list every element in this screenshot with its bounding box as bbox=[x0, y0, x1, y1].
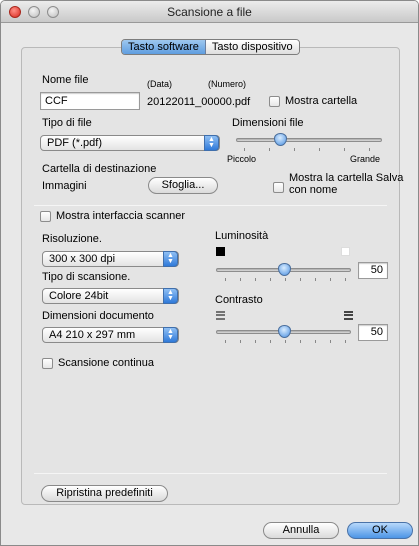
tick bbox=[240, 340, 241, 343]
contrast-thumb[interactable] bbox=[277, 325, 291, 338]
file-type-label: Tipo di file bbox=[42, 117, 92, 129]
window-title: Scansione a file bbox=[167, 5, 252, 19]
scan-type-label: Tipo di scansione. bbox=[42, 271, 131, 283]
file-name-input[interactable]: CCF bbox=[40, 92, 140, 110]
popup-arrows-icon: ▲ ▼ bbox=[163, 288, 178, 304]
tab-bar: Tasto software Tasto dispositivo bbox=[121, 39, 300, 55]
high-contrast-icon bbox=[344, 311, 353, 320]
show-save-as-line2: con nome bbox=[289, 184, 338, 196]
file-type-select[interactable]: PDF (*.pdf) ▲ ▼ bbox=[40, 135, 220, 151]
resolution-value: 300 x 300 dpi bbox=[49, 253, 116, 265]
resolution-label: Risoluzione. bbox=[42, 233, 102, 245]
popup-arrows-icon: ▲ ▼ bbox=[163, 327, 178, 343]
scan-type-value: Colore 24bit bbox=[49, 290, 109, 302]
tick bbox=[285, 278, 286, 281]
ok-button[interactable]: OK bbox=[347, 522, 413, 539]
tick bbox=[285, 340, 286, 343]
tab-software-button[interactable]: Tasto software bbox=[122, 40, 206, 54]
low-contrast-icon bbox=[216, 311, 225, 320]
tick bbox=[315, 340, 316, 343]
title-bar: Scansione a file bbox=[1, 1, 418, 23]
browse-button[interactable]: Sfoglia... bbox=[148, 177, 218, 194]
tick bbox=[269, 148, 270, 151]
number-column-label: (Numero) bbox=[208, 79, 247, 89]
show-folder-checkbox[interactable] bbox=[269, 96, 280, 107]
tick bbox=[319, 148, 320, 151]
document-size-value: A4 210 x 297 mm bbox=[49, 329, 136, 341]
popup-arrows-icon: ▲ ▼ bbox=[204, 135, 219, 151]
document-size-select[interactable]: A4 210 x 297 mm ▲ ▼ bbox=[42, 327, 179, 343]
popup-arrows-icon: ▲ ▼ bbox=[163, 251, 178, 267]
file-name-label: Nome file bbox=[42, 74, 89, 86]
tick bbox=[240, 278, 241, 281]
generated-filename: 20122011_00000.pdf bbox=[147, 96, 251, 108]
tick bbox=[294, 148, 295, 151]
tick bbox=[300, 278, 301, 281]
tick bbox=[270, 340, 271, 343]
tick bbox=[270, 278, 271, 281]
continuous-scan-checkbox[interactable] bbox=[42, 358, 53, 369]
date-column-label: (Data) bbox=[147, 79, 173, 89]
tab-device-button[interactable]: Tasto dispositivo bbox=[205, 40, 299, 54]
file-type-value: PDF (*.pdf) bbox=[47, 137, 103, 149]
dark-square-icon bbox=[216, 247, 225, 256]
tick bbox=[330, 340, 331, 343]
tick bbox=[300, 340, 301, 343]
resolution-select[interactable]: 300 x 300 dpi ▲ ▼ bbox=[42, 251, 179, 267]
tick bbox=[225, 278, 226, 281]
file-size-min-label: Piccolo bbox=[227, 154, 257, 164]
show-save-as-line1: Mostra la cartella Salva bbox=[289, 172, 404, 184]
brightness-thumb[interactable] bbox=[277, 263, 291, 276]
contrast-value-input[interactable]: 50 bbox=[358, 324, 388, 341]
tick bbox=[315, 278, 316, 281]
file-size-label: Dimensioni file bbox=[232, 117, 304, 129]
scan-type-select[interactable]: Colore 24bit ▲ ▼ bbox=[42, 288, 179, 304]
destination-label: Cartella di destinazione bbox=[42, 163, 157, 175]
tick bbox=[244, 148, 245, 151]
file-size-thumb[interactable] bbox=[273, 133, 287, 146]
light-square-icon bbox=[341, 247, 350, 256]
tick bbox=[369, 148, 370, 151]
scan-to-file-window: Scansione a file Tasto software Tasto di… bbox=[0, 0, 419, 546]
file-size-track[interactable] bbox=[236, 138, 382, 142]
tick bbox=[345, 278, 346, 281]
contrast-label: Contrasto bbox=[215, 294, 263, 306]
cancel-button[interactable]: Annulla bbox=[263, 522, 339, 539]
destination-value: Immagini bbox=[42, 180, 87, 192]
file-size-max-label: Grande bbox=[350, 154, 381, 164]
show-scanner-ui-checkbox[interactable] bbox=[40, 211, 51, 222]
divider bbox=[34, 473, 387, 474]
show-save-as-checkbox[interactable] bbox=[273, 182, 284, 193]
show-save-as-label: Mostra la cartella Salva con nome bbox=[289, 172, 403, 196]
restore-defaults-button[interactable]: Ripristina predefiniti bbox=[41, 485, 168, 502]
document-size-label: Dimensioni documento bbox=[42, 310, 154, 322]
brightness-value-input[interactable]: 50 bbox=[358, 262, 388, 279]
tick bbox=[330, 278, 331, 281]
settings-panel: Nome file (Data) (Numero) CCF 20122011_0… bbox=[21, 47, 403, 505]
tick bbox=[255, 340, 256, 343]
divider bbox=[34, 205, 387, 206]
tick bbox=[345, 340, 346, 343]
show-folder-label: Mostra cartella bbox=[285, 95, 358, 107]
continuous-scan-label: Scansione continua bbox=[58, 357, 155, 369]
show-scanner-ui-label: Mostra interfaccia scanner bbox=[56, 210, 185, 222]
tick bbox=[255, 278, 256, 281]
tick bbox=[344, 148, 345, 151]
brightness-label: Luminosità bbox=[215, 230, 269, 242]
tick bbox=[225, 340, 226, 343]
